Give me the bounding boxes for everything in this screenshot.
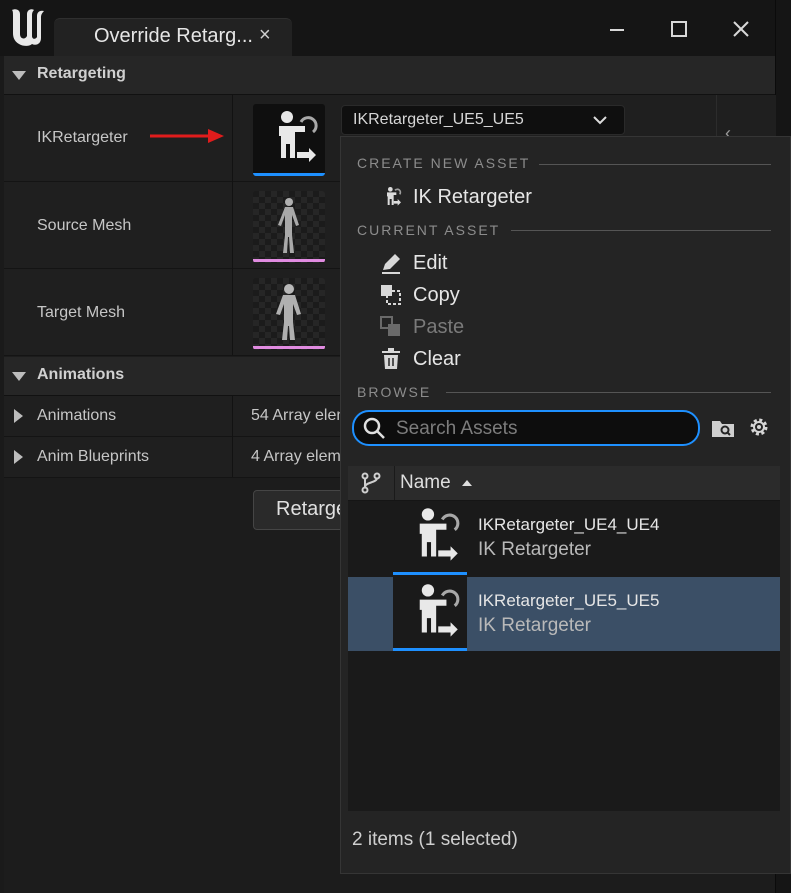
- maximize-icon: [671, 21, 687, 37]
- collapse-arrow-icon: [12, 71, 26, 80]
- window-tab[interactable]: Override Retarg... ×: [54, 18, 292, 57]
- property-label: Source Mesh: [37, 217, 132, 234]
- menu-item-label: Paste: [413, 315, 465, 338]
- menu-item-label: Edit: [413, 251, 448, 274]
- target-mesh-thumbnail[interactable]: [253, 278, 325, 350]
- search-icon: [363, 417, 385, 439]
- menu-item-label: IK Retargeter: [413, 185, 532, 208]
- sort-ascending-icon: [462, 480, 472, 486]
- unreal-logo-icon: [12, 9, 44, 46]
- ik-retargeter-thumbnail[interactable]: [253, 104, 325, 176]
- section-title-current: CURRENT ASSET: [357, 222, 501, 238]
- expand-arrow-icon[interactable]: [14, 409, 23, 423]
- asset-name: IKRetargeter_UE5_UE5: [478, 591, 660, 610]
- asset-thumbnail: [393, 501, 467, 575]
- asset-type: IK Retargeter: [478, 539, 591, 560]
- source-mesh-thumbnail[interactable]: [253, 191, 325, 263]
- combo-value: IKRetargeter_UE5_UE5: [353, 111, 524, 128]
- section-divider: [539, 164, 771, 165]
- expand-arrow-icon[interactable]: [14, 450, 23, 464]
- item-count: 2 items (1 selected): [352, 829, 518, 850]
- copy-icon: [381, 285, 401, 305]
- property-label: Animations: [37, 407, 117, 424]
- search-box[interactable]: [352, 410, 700, 446]
- paste-menu-item[interactable]: Paste: [379, 312, 464, 342]
- browse-folder-icon[interactable]: [710, 416, 738, 440]
- name-column-header[interactable]: Name: [400, 472, 451, 494]
- pencil-icon: [382, 254, 400, 274]
- create-ik-retargeter-item[interactable]: IK Retargeter: [379, 182, 532, 212]
- title-bar: Override Retarg... ×: [0, 0, 775, 57]
- close-button[interactable]: [721, 12, 761, 46]
- tab-close-icon[interactable]: ×: [259, 24, 271, 47]
- clear-menu-item[interactable]: Clear: [379, 344, 461, 374]
- retargeter-icon: [419, 508, 460, 561]
- column-splitter[interactable]: [232, 396, 233, 477]
- array-count: 54 Array elem: [251, 407, 350, 424]
- maximize-button[interactable]: [659, 12, 699, 46]
- search-input[interactable]: [394, 416, 688, 442]
- property-label: Anim Blueprints: [37, 448, 150, 465]
- collapse-arrow-icon: [12, 372, 26, 381]
- source-control-icon[interactable]: [360, 472, 382, 494]
- chevron-down-icon: [593, 116, 607, 125]
- property-label: Target Mesh: [37, 304, 126, 321]
- skeletal-mesh-icon: [278, 198, 299, 253]
- retargeter-icon: [419, 584, 460, 637]
- asset-row-selected[interactable]: IKRetargeter_UE5_UE5 IK Retargeter: [348, 577, 780, 651]
- tab-title: Override Retarg...: [94, 25, 253, 47]
- section-divider: [446, 392, 771, 393]
- section-divider: [511, 230, 771, 231]
- asset-row[interactable]: IKRetargeter_UE4_UE4 IK Retargeter: [348, 501, 780, 575]
- list-header: Name: [348, 466, 780, 501]
- column-divider[interactable]: [394, 466, 395, 500]
- asset-type-underline: [253, 346, 325, 349]
- copy-menu-item[interactable]: Copy: [379, 280, 460, 310]
- section-title-browse: BROWSE: [357, 384, 432, 400]
- asset-thumbnail: [393, 577, 467, 651]
- red-arrow-icon: [150, 129, 224, 143]
- section-title-create: CREATE NEW ASSET: [357, 155, 531, 171]
- asset-list: Name IKRetargeter_UE4_UE4 IK Retargeter: [348, 466, 780, 811]
- column-splitter[interactable]: [232, 95, 233, 355]
- minimize-button[interactable]: [597, 12, 637, 46]
- asset-type-underline: [393, 572, 467, 575]
- menu-item-label: Copy: [413, 283, 460, 306]
- ik-retargeter-combo[interactable]: IKRetargeter_UE5_UE5: [341, 105, 625, 135]
- trash-icon: [382, 348, 400, 369]
- asset-name: IKRetargeter_UE4_UE4: [478, 515, 660, 534]
- close-icon: [733, 21, 749, 37]
- menu-item-label: Clear: [413, 347, 461, 370]
- retarget-button-label: Retarge: [276, 498, 348, 520]
- category-label: Animations: [37, 366, 125, 383]
- category-label: Retargeting: [37, 65, 126, 82]
- status-bar: 2 items (1 selected): [341, 813, 790, 873]
- settings-gear-icon[interactable]: [747, 415, 771, 439]
- asset-type: IK Retargeter: [478, 615, 591, 636]
- retargeter-icon: [387, 187, 402, 206]
- asset-type-underline: [253, 259, 325, 262]
- paste-icon: [380, 316, 400, 336]
- edit-menu-item[interactable]: Edit: [379, 248, 447, 278]
- skeletal-mesh-icon: [276, 284, 301, 340]
- asset-type-underline: [393, 648, 467, 651]
- array-count: 4 Array elem: [251, 448, 341, 465]
- minimize-icon: [610, 29, 624, 31]
- asset-picker-popup: CREATE NEW ASSET IK Retargeter CURRENT A…: [340, 136, 791, 874]
- property-label: IKRetargeter: [37, 129, 128, 146]
- category-retargeting[interactable]: Retargeting: [4, 56, 775, 95]
- retargeter-icon: [279, 111, 318, 162]
- asset-type-underline: [253, 173, 325, 176]
